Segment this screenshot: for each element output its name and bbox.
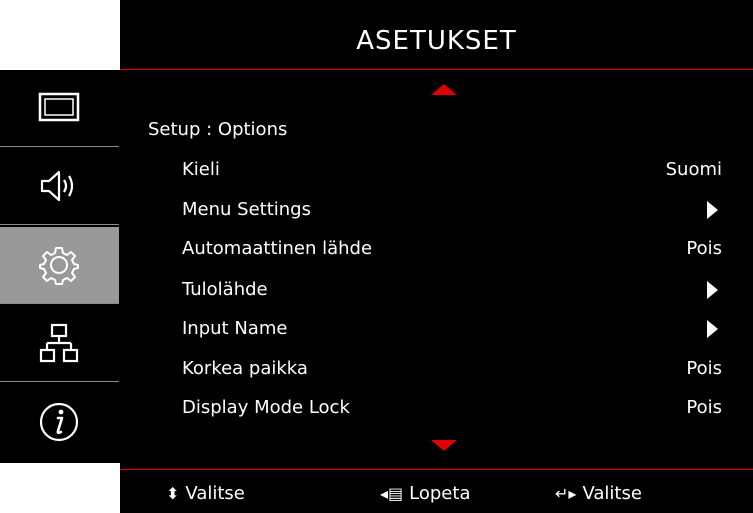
breadcrumb: Setup : Options [148,119,288,140]
up-down-icon: ⬍ [166,484,180,503]
menu-item-value: Pois [686,358,722,379]
tab-setup[interactable] [0,227,119,304]
tab-display[interactable] [0,70,119,147]
osd-menu: ASETUKSET Setup : Options Kieli Suomi Me… [120,0,753,513]
tab-network[interactable] [0,305,119,382]
menu-item-input-name[interactable]: Input Name [182,318,722,352]
menu-item-kieli[interactable]: Kieli Suomi [182,159,722,193]
menu-item-label: Display Mode Lock [182,397,350,418]
menu-item-label: Input Name [182,318,288,339]
network-icon [39,323,79,363]
back-menu-icon: ◂▤ [380,484,404,503]
menu-item-value: Pois [686,397,722,418]
tab-audio[interactable] [0,148,119,225]
menu-item-automaattinen-lahde[interactable]: Automaattinen lähde Pois [182,238,722,272]
info-icon [39,402,79,442]
sidebar [0,70,120,463]
speaker-icon [40,170,74,202]
enter-icon: ↵▸ [555,484,577,503]
select-hint-label: Valitse [185,483,245,504]
menu-title: ASETUKSET [356,26,517,56]
enter-hint-label: Valitse [582,483,642,504]
scroll-down-arrow-icon[interactable] [431,440,457,451]
submenu-arrow-icon [707,201,718,219]
select-hint: ⬍ Valitse [166,483,245,504]
menu-item-tulolahde[interactable]: Tulolähde [182,279,722,313]
submenu-arrow-icon [707,281,718,299]
gear-icon [39,247,79,285]
menu-item-value: Pois [686,238,722,259]
menu-item-label: Automaattinen lähde [182,238,373,259]
menu-item-value: Suomi [665,159,722,180]
menu-item-korkea-paikka[interactable]: Korkea paikka Pois [182,358,722,392]
menu-footer: ⬍ Valitse ◂▤ Lopeta ↵▸ Valitse [120,469,753,513]
scroll-up-arrow-icon[interactable] [431,84,457,95]
tab-info[interactable] [0,384,119,461]
menu-item-label: Kieli [182,159,220,180]
submenu-arrow-icon [707,320,718,338]
menu-item-display-mode-lock[interactable]: Display Mode Lock Pois [182,397,722,431]
enter-hint: ↵▸ Valitse [555,483,642,504]
menu-item-label: Tulolähde [182,279,268,300]
menu-item-label: Menu Settings [182,199,311,220]
menu-header: ASETUKSET [120,0,753,70]
display-icon [38,92,80,122]
menu-item-label: Korkea paikka [182,358,308,379]
exit-hint: ◂▤ Lopeta [380,483,470,504]
menu-item-menu-settings[interactable]: Menu Settings [182,199,722,233]
exit-hint-label: Lopeta [409,483,471,504]
